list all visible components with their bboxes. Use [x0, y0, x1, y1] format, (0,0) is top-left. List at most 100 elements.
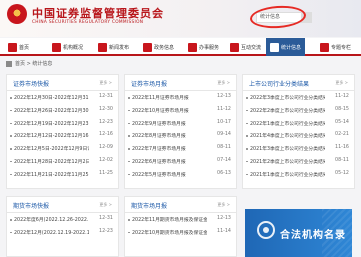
list-item-title[interactable]: 2022年10月期货市场月报及保证金...: [132, 229, 207, 236]
list-item[interactable]: 2022年1季度上市公司行业分类结果 05-14: [243, 117, 354, 130]
nav-item-statistics[interactable]: 统计信息: [266, 38, 306, 56]
org-icon: [52, 42, 61, 52]
list-item-title[interactable]: 2021年3季度上市公司行业分类结果: [250, 145, 325, 152]
panel-title[interactable]: 上市公司行业分类结果: [249, 79, 309, 88]
panel-title[interactable]: 期货市场快报: [13, 201, 49, 210]
panel-header: 证券市场月报 更多 >: [125, 75, 236, 91]
list-item-title[interactable]: 2022年11月21日-2022年11月25日证券...: [14, 171, 89, 178]
list-item-title[interactable]: 2022年12月(2022.12.19-2022.12...: [14, 229, 89, 236]
list-item[interactable]: 2022年10月期货市场月报及保证金... 11-14: [125, 226, 236, 239]
list-item-date: 12-23: [99, 228, 113, 234]
nav-item-about[interactable]: 机构概况: [52, 38, 83, 56]
list-item[interactable]: 2022年12月19日-2022年12月23日证券... 12-23: [7, 117, 118, 130]
list-item-title[interactable]: 2022年2季度上市公司行业分类结果: [250, 107, 325, 114]
panel-title[interactable]: 证券市场月报: [131, 79, 167, 88]
list-item[interactable]: 2022年6月证券市场月报 07-14: [125, 155, 236, 168]
list-item[interactable]: 2022年12月12日-2022年12月16日证券... 12-16: [7, 129, 118, 142]
list-item[interactable]: 2022年12月26日-2022年12月30日证券... 12-30: [7, 104, 118, 117]
panel-securities-weekly: 证券市场快报 更多 > 2022年12月30日-2022年12月31日证券...…: [6, 74, 119, 189]
list-item[interactable]: 2022年11月证券市场月报 12-13: [125, 91, 236, 104]
main-nav: 首页 机构概况 新闻发布 政务信息 办事服务 互动交流 统计信息 专题专栏: [0, 38, 361, 56]
nav-item-topics[interactable]: 专题专栏: [320, 38, 351, 56]
list-item-title[interactable]: 2022年3季度上市公司行业分类结果: [250, 94, 325, 101]
site-title-cn[interactable]: 中国证券监督管理委员会: [32, 5, 164, 21]
more-link[interactable]: 更多 >: [99, 80, 112, 86]
list-item-title[interactable]: 2022年12月5日-2022年12月9日证券...: [14, 145, 89, 152]
list-item-date: 08-15: [335, 106, 349, 112]
legal-institutions-banner[interactable]: 合法机构名录: [245, 209, 352, 257]
more-link[interactable]: 更多 >: [99, 202, 112, 208]
nav-item-gov-info[interactable]: 政务信息: [143, 38, 174, 56]
list-item-title[interactable]: 2022年12月30日-2022年12月31日证券...: [14, 94, 89, 101]
panel-header: 期货市场月报 更多 >: [125, 197, 236, 213]
topic-icon: [320, 42, 329, 52]
nav-item-label: 新闻发布: [109, 44, 130, 51]
list-item-title[interactable]: 2022年6月证券市场月报: [132, 158, 207, 165]
list-item-title[interactable]: 2022年10月证券市场月报: [132, 107, 207, 114]
list-item[interactable]: 2022年7月证券市场月报 08-11: [125, 142, 236, 155]
nav-item-interaction[interactable]: 互动交流: [230, 38, 261, 56]
csrc-emblem-icon[interactable]: [7, 4, 27, 24]
list-item-title[interactable]: 2021年1季度上市公司行业分类结果: [250, 171, 325, 178]
list-item[interactable]: 2022年10月证券市场月报 11-12: [125, 104, 236, 117]
list-item[interactable]: 2021年3季度上市公司行业分类结果 11-16: [243, 142, 354, 155]
list-item-title[interactable]: 2022年5月证券市场月报: [132, 171, 207, 178]
nav-item-home[interactable]: 首页: [8, 38, 29, 56]
list-item-date: 12-09: [99, 145, 113, 151]
more-link[interactable]: 更多 >: [217, 202, 230, 208]
list-item-title[interactable]: 2021年4季度上市公司行业分类结果: [250, 132, 325, 139]
breadcrumb: 首页 > 统计信息: [6, 60, 52, 67]
list-item-date: 12-16: [99, 132, 113, 138]
nav-item-label: 政务信息: [154, 44, 175, 51]
list-item-title[interactable]: 2022年11月证券市场月报: [132, 94, 207, 101]
nav-item-label: 办事服务: [199, 44, 220, 51]
list-item-date: 12-31: [99, 216, 113, 221]
list-item-title[interactable]: 2022年12月12日-2022年12月16日证券...: [14, 132, 89, 139]
list-item-date: 12-30: [99, 106, 113, 112]
list-item[interactable]: 2022年12月30日-2022年12月31日证券... 12-31: [7, 91, 118, 104]
panel-futures-monthly: 期货市场月报 更多 > 2022年11月期货市场月报及保证金... 12-13 2…: [124, 196, 237, 257]
list-item-title[interactable]: 2022年11月28日-2022年12月2日证券...: [14, 158, 89, 165]
list-item[interactable]: 2022年2季度上市公司行业分类结果 08-15: [243, 104, 354, 117]
list-item[interactable]: 2022年5月证券市场月报 06-13: [125, 168, 236, 181]
list-item-date: 09-14: [217, 132, 231, 138]
list-item-date: 08-11: [335, 157, 349, 163]
site-title-en: CHINA SECURITIES REGULATORY COMMISSION: [32, 20, 144, 25]
banner-label: 合法机构名录: [280, 230, 346, 241]
list-item-date: 11-12: [217, 106, 231, 112]
list-item-title[interactable]: 2022年12月19日-2022年12月23日证券...: [14, 120, 89, 127]
list-item-title[interactable]: 2022年度6月(2022.12.26-2022.12...: [14, 216, 89, 223]
list-item[interactable]: 2022年度6月(2022.12.26-2022.12... 12-31: [7, 213, 118, 226]
list-item[interactable]: 2022年8月证券市场月报 09-14: [125, 129, 236, 142]
list-item[interactable]: 2021年2季度上市公司行业分类结果 08-11: [243, 155, 354, 168]
location-icon: [6, 60, 12, 67]
list-item-date: 11-14: [217, 228, 231, 234]
list-item[interactable]: 2021年1季度上市公司行业分类结果 05-12: [243, 168, 354, 181]
more-link[interactable]: 更多 >: [217, 80, 230, 86]
list-item[interactable]: 2022年3季度上市公司行业分类结果 11-12: [243, 91, 354, 104]
panel-title[interactable]: 期货市场月报: [131, 201, 167, 210]
list-item[interactable]: 2021年4季度上市公司行业分类结果 02-21: [243, 129, 354, 142]
list-item-title[interactable]: 2022年12月26日-2022年12月30日证券...: [14, 107, 89, 114]
list-item-title[interactable]: 2022年8月证券市场月报: [132, 132, 207, 139]
list-item[interactable]: 2022年11月28日-2022年12月2日证券... 12-02: [7, 155, 118, 168]
list-item-title[interactable]: 2022年7月证券市场月报: [132, 145, 207, 152]
list-item[interactable]: 2022年12月5日-2022年12月9日证券... 12-09: [7, 142, 118, 155]
list-item[interactable]: 2022年9月证券市场月报 10-17: [125, 117, 236, 130]
list-item-title[interactable]: 2022年1季度上市公司行业分类结果: [250, 120, 325, 127]
breadcrumb-text[interactable]: 首页 > 统计信息: [15, 60, 52, 67]
list-item[interactable]: 2022年11月21日-2022年11月25日证券... 11-25: [7, 168, 118, 181]
list-item-title[interactable]: 2021年2季度上市公司行业分类结果: [250, 158, 325, 165]
list-item-date: 07-14: [217, 157, 231, 163]
news-icon: [98, 42, 107, 52]
list-item[interactable]: 2022年11月期货市场月报及保证金... 12-13: [125, 213, 236, 226]
nav-item-news[interactable]: 新闻发布: [98, 38, 129, 56]
more-link[interactable]: 更多 >: [335, 80, 348, 86]
list-item[interactable]: 2022年12月(2022.12.19-2022.12... 12-23: [7, 226, 118, 239]
list-item-title[interactable]: 2022年9月证券市场月报: [132, 120, 207, 127]
nav-item-label: 机构概况: [63, 44, 84, 51]
panel-title[interactable]: 证券市场快报: [13, 79, 49, 88]
nav-item-services[interactable]: 办事服务: [188, 38, 219, 56]
chart-icon: [270, 42, 279, 52]
list-item-title[interactable]: 2022年11月期货市场月报及保证金...: [132, 216, 207, 223]
